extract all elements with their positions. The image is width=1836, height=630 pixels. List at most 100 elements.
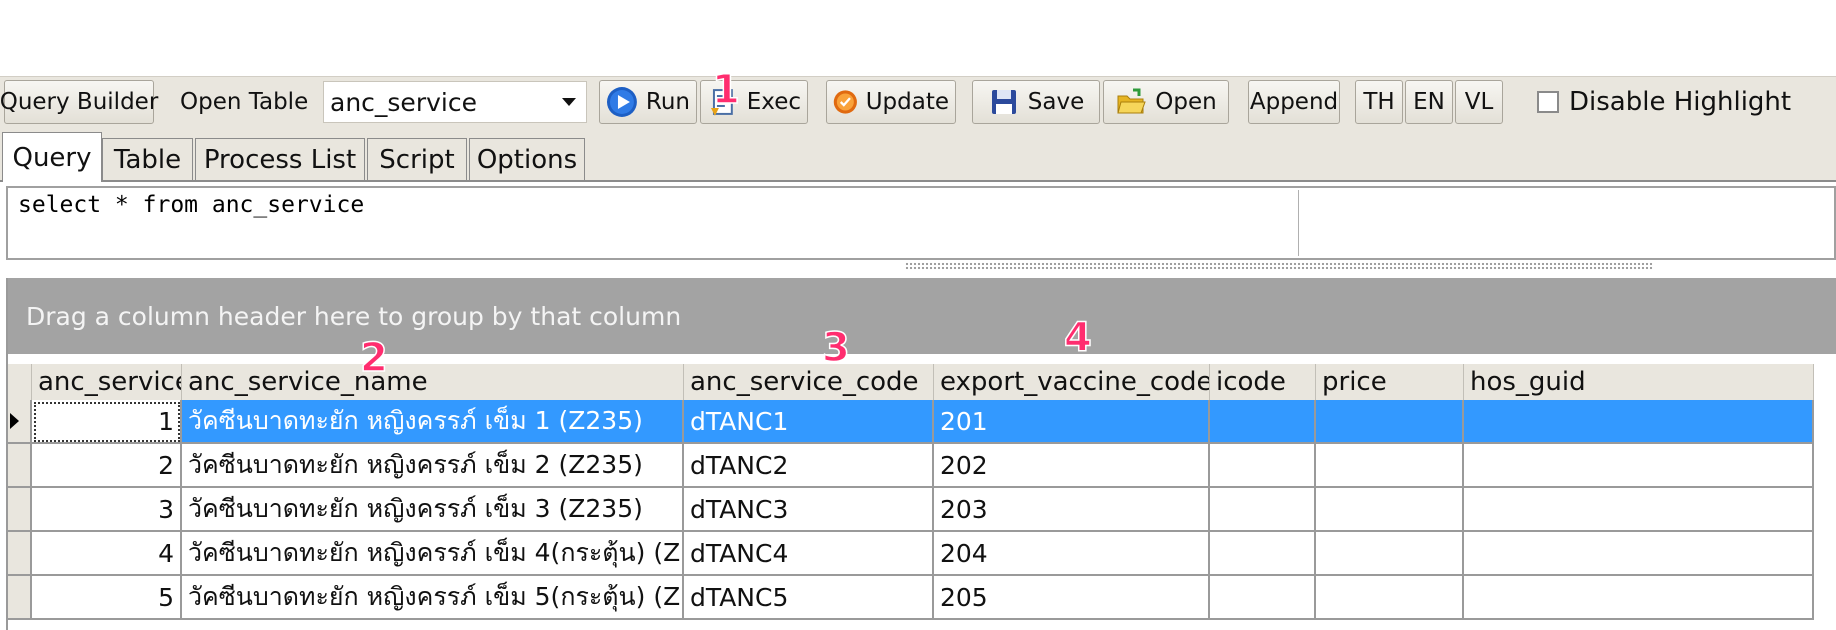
disable-highlight-toggle[interactable]: Disable Highlight	[1537, 80, 1791, 124]
query-builder-button[interactable]: Query Builder	[0, 80, 158, 124]
open-button[interactable]: Open	[1103, 80, 1229, 124]
row-indicator[interactable]	[8, 488, 32, 532]
annotation-3: 3	[821, 325, 850, 371]
cell-anc-service-name[interactable]: วัคซีนบาดทะยัก หญิงครรภ์ เข็ม 2 (Z235)	[182, 444, 684, 488]
cell-hos-guid[interactable]	[1464, 400, 1814, 444]
exec-label: Exec	[746, 89, 801, 115]
cell-export-vaccine-code[interactable]: 204	[934, 532, 1210, 576]
cell-anc-service-name[interactable]: วัคซีนบาดทะยัก หญิงครรภ์ เข็ม 5(กระตุ้น)…	[182, 576, 684, 620]
cell-anc-service-name[interactable]: วัคซีนบาดทะยัก หญิงครรภ์ เข็ม 4(กระตุ้น)…	[182, 532, 684, 576]
cell-price[interactable]	[1316, 488, 1464, 532]
cell-anc-service-code[interactable]: dTANC3	[684, 488, 934, 532]
cell-price[interactable]	[1316, 444, 1464, 488]
cell-export-vaccine-code[interactable]: 201	[934, 400, 1210, 444]
editor-divider	[1298, 190, 1299, 256]
row-indicator-header	[8, 364, 32, 400]
en-button[interactable]: EN	[1405, 80, 1453, 124]
row-indicator[interactable]	[8, 532, 32, 576]
disable-highlight-checkbox[interactable]	[1537, 91, 1559, 113]
column-header-export-vaccine-code[interactable]: export_vaccine_code	[934, 364, 1210, 400]
open-label: Open	[1155, 89, 1217, 115]
group-by-panel[interactable]: Drag a column header here to group by th…	[8, 278, 1836, 354]
table-row[interactable]: 2 วัคซีนบาดทะยัก หญิงครรภ์ เข็ม 2 (Z235)…	[8, 444, 1814, 488]
row-indicator[interactable]	[8, 576, 32, 620]
results-grid: Drag a column header here to group by th…	[6, 278, 1836, 630]
open-table-label: Open Table	[180, 89, 309, 115]
cell-price[interactable]	[1316, 400, 1464, 444]
en-label: EN	[1413, 89, 1445, 115]
sql-editor[interactable]: select * from anc_service	[6, 186, 1836, 260]
cell-anc-service-code[interactable]: dTANC5	[684, 576, 934, 620]
cell-icode[interactable]	[1210, 444, 1316, 488]
column-header-anc-service[interactable]: anc_service	[32, 364, 182, 400]
toolbar: Query Builder Open Table anc_service Run…	[0, 76, 1836, 127]
tab-process-list[interactable]: Process List	[195, 138, 365, 180]
cell-anc-service-name[interactable]: วัคซีนบาดทะยัก หญิงครรภ์ เข็ม 3 (Z235)	[182, 488, 684, 532]
table-select-value: anc_service	[330, 87, 477, 117]
table-row[interactable]: 3 วัคซีนบาดทะยัก หญิงครรภ์ เข็ม 3 (Z235)…	[8, 488, 1814, 532]
table-row[interactable]: 1 วัคซีนบาดทะยัก หญิงครรภ์ เข็ม 1 (Z235)…	[8, 400, 1814, 444]
annotation-1: 1	[711, 67, 740, 113]
annotation-4: 4	[1063, 315, 1092, 361]
cell-icode[interactable]	[1210, 576, 1316, 620]
annotation-2: 2	[359, 335, 388, 381]
row-indicator[interactable]	[8, 444, 32, 488]
append-label: Append	[1249, 89, 1339, 115]
column-header-anc-service-code[interactable]: anc_service_code	[684, 364, 934, 400]
table-row[interactable]: 4 วัคซีนบาดทะยัก หญิงครรภ์ เข็ม 4(กระตุ้…	[8, 532, 1814, 576]
column-header-anc-service-name[interactable]: anc_service_name	[182, 364, 684, 400]
tab-query[interactable]: Query	[2, 132, 102, 182]
cell-export-vaccine-code[interactable]: 203	[934, 488, 1210, 532]
cell-price[interactable]	[1316, 532, 1464, 576]
cell-anc-service[interactable]: 3	[32, 488, 182, 532]
run-label: Run	[645, 89, 690, 115]
update-label: Update	[865, 89, 949, 115]
table-select[interactable]: anc_service	[323, 81, 587, 123]
cell-anc-service[interactable]: 5	[32, 576, 182, 620]
current-row-arrow-icon	[10, 413, 19, 429]
cell-icode[interactable]	[1210, 488, 1316, 532]
cell-anc-service[interactable]: 2	[32, 444, 182, 488]
column-header-icode[interactable]: icode	[1210, 364, 1316, 400]
cell-hos-guid[interactable]	[1464, 444, 1814, 488]
group-by-hint: Drag a column header here to group by th…	[26, 301, 682, 331]
tab-table[interactable]: Table	[102, 138, 193, 180]
grid-header: anc_service anc_service_name anc_service…	[8, 364, 1814, 400]
cell-icode[interactable]	[1210, 532, 1316, 576]
run-button[interactable]: Run	[599, 80, 697, 124]
cell-anc-service[interactable]: 4	[32, 532, 182, 576]
cell-anc-service[interactable]: 1	[32, 400, 182, 444]
cell-export-vaccine-code[interactable]: 205	[934, 576, 1210, 620]
sql-text[interactable]: select * from anc_service	[18, 192, 364, 218]
save-label: Save	[1027, 89, 1085, 115]
column-header-hos-guid[interactable]: hos_guid	[1464, 364, 1814, 400]
cell-hos-guid[interactable]	[1464, 576, 1814, 620]
chevron-down-icon[interactable]	[562, 98, 576, 106]
cell-icode[interactable]	[1210, 400, 1316, 444]
tab-options[interactable]: Options	[469, 138, 585, 180]
cell-price[interactable]	[1316, 576, 1464, 620]
row-indicator[interactable]	[8, 400, 32, 444]
cell-anc-service-code[interactable]: dTANC2	[684, 444, 934, 488]
play-icon	[606, 87, 637, 117]
save-button[interactable]: Save	[972, 80, 1100, 124]
update-button[interactable]: Update	[826, 80, 956, 124]
th-button[interactable]: TH	[1355, 80, 1403, 124]
append-button[interactable]: Append	[1248, 80, 1340, 124]
tab-bar: Query Table Process List Script Options	[0, 126, 1836, 182]
tab-script[interactable]: Script	[367, 138, 467, 180]
table-row[interactable]: 5 วัคซีนบาดทะยัก หญิงครรภ์ เข็ม 5(กระตุ้…	[8, 576, 1814, 620]
cell-hos-guid[interactable]	[1464, 532, 1814, 576]
splitter-handle[interactable]	[905, 262, 1653, 270]
cell-hos-guid[interactable]	[1464, 488, 1814, 532]
cell-anc-service-name[interactable]: วัคซีนบาดทะยัก หญิงครรภ์ เข็ม 1 (Z235)	[182, 400, 684, 444]
folder-open-icon	[1117, 88, 1146, 114]
column-header-price[interactable]: price	[1316, 364, 1464, 400]
disable-highlight-label: Disable Highlight	[1569, 87, 1792, 117]
cell-anc-service-code[interactable]: dTANC1	[684, 400, 934, 444]
update-icon	[833, 90, 857, 114]
vl-button[interactable]: VL	[1455, 80, 1503, 124]
cell-export-vaccine-code[interactable]: 202	[934, 444, 1210, 488]
cell-anc-service-code[interactable]: dTANC4	[684, 532, 934, 576]
floppy-disk-icon	[991, 90, 1016, 114]
